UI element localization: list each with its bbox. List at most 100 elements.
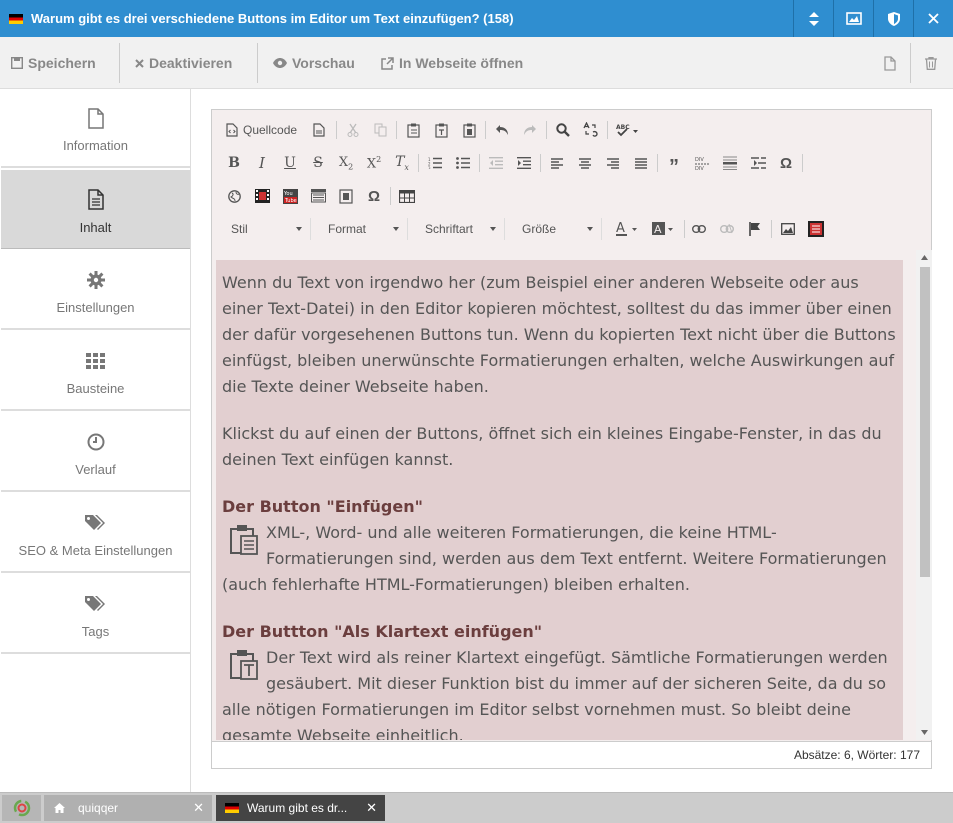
link-button[interactable] (690, 218, 708, 240)
size-select[interactable]: Größe (516, 218, 602, 240)
media-manager-button[interactable] (807, 218, 825, 240)
deactivate-button[interactable]: Deaktivieren (135, 37, 232, 89)
preview-button[interactable]: Vorschau (273, 37, 355, 89)
grid-icon (85, 345, 106, 377)
format-select[interactable]: Format (322, 218, 408, 240)
separator (119, 43, 120, 83)
paste-word-button[interactable] (460, 120, 478, 140)
taskbar-tab-article[interactable]: Warum gibt es dr... ✕ (216, 795, 385, 821)
div-container-button[interactable]: DIV DIV (693, 153, 711, 173)
iframe-button[interactable] (225, 186, 243, 206)
horizontal-line-button[interactable] (721, 153, 739, 173)
quiqqer-logo-button[interactable] (2, 795, 41, 821)
paste-text-icon (434, 123, 448, 138)
close-icon[interactable]: ✕ (366, 800, 377, 816)
outdent-button[interactable] (487, 153, 505, 173)
copy-button[interactable] (371, 120, 389, 140)
media-embed-icon (310, 189, 326, 203)
separator (540, 154, 541, 172)
scrollbar-thumb[interactable] (920, 267, 930, 577)
separator (485, 121, 486, 139)
editor-statusbar: Absätze: 6, Wörter: 177 (212, 741, 931, 768)
outdent-icon (489, 157, 503, 169)
cut-button[interactable] (344, 120, 362, 140)
new-document-button[interactable] (884, 37, 901, 89)
editor-scrollbar[interactable] (916, 250, 932, 740)
sort-button[interactable] (793, 0, 833, 37)
indent-button[interactable] (515, 153, 533, 173)
background-color-icon: A (652, 222, 673, 236)
video-button[interactable] (253, 186, 271, 206)
paste-icon (406, 123, 420, 138)
remove-format-button[interactable]: Tx (393, 153, 411, 173)
superscript-button[interactable]: X2 (365, 153, 383, 173)
subscript-button[interactable]: X2 (337, 153, 355, 173)
sidebar-item-seo-meta[interactable]: SEO & Meta Einstellungen (1, 494, 190, 573)
align-left-button[interactable] (548, 153, 566, 173)
page-break-button[interactable] (749, 153, 767, 173)
italic-button[interactable]: I (253, 153, 271, 173)
delete-button[interactable] (925, 37, 942, 89)
paste-text-button[interactable] (432, 120, 450, 140)
taskbar-tab-quiqqer[interactable]: quiqqer ✕ (44, 795, 212, 821)
sidebar-item-label: Verlauf (75, 462, 116, 477)
justify-button[interactable] (632, 153, 650, 173)
preview-label: Vorschau (292, 55, 355, 71)
template-button[interactable] (310, 120, 328, 140)
numbered-list-button[interactable]: 123 (426, 153, 444, 173)
separator (257, 43, 258, 83)
file-icon (884, 55, 896, 71)
table-button[interactable] (398, 186, 416, 206)
redo-button[interactable] (521, 120, 539, 140)
undo-button[interactable] (493, 120, 511, 140)
editor-content[interactable]: Wenn du Text von irgendwo her (zum Beisp… (216, 260, 903, 740)
background-color-button[interactable]: A (650, 218, 678, 240)
justify-icon (635, 157, 647, 169)
save-label: Speichern (28, 55, 96, 71)
close-window-button[interactable] (913, 0, 953, 37)
separator (802, 154, 803, 172)
paste-text-icon (222, 645, 266, 689)
font-select[interactable]: Schriftart (419, 218, 505, 240)
image-button[interactable] (833, 0, 873, 37)
sidebar-item-tags[interactable]: Tags (1, 575, 190, 654)
special-char-button[interactable]: Ω (777, 153, 795, 173)
bold-button[interactable]: B (225, 153, 243, 173)
separator (390, 187, 391, 205)
sidebar-item-content[interactable]: Inhalt (1, 170, 190, 249)
blockquote-button[interactable]: ” (665, 153, 683, 177)
text-color-button[interactable]: A (614, 218, 642, 240)
sidebar-item-information[interactable]: Information (1, 89, 190, 168)
anchor-button[interactable] (746, 218, 764, 240)
unlink-button[interactable] (718, 218, 736, 240)
youtube-button[interactable]: You Tube (281, 186, 299, 206)
bold-icon: B (228, 155, 240, 171)
close-icon[interactable]: ✕ (193, 800, 204, 816)
shield-button[interactable] (873, 0, 913, 37)
sidebar-item-label: Bausteine (66, 381, 125, 396)
replace-button[interactable] (582, 120, 600, 140)
sidebar-item-blocks[interactable]: Bausteine (1, 332, 190, 411)
save-button[interactable]: Speichern (11, 37, 96, 89)
strikethrough-button[interactable]: S (309, 153, 327, 173)
source-button[interactable]: Quellcode (226, 120, 297, 140)
align-right-button[interactable] (604, 153, 622, 173)
separator (684, 220, 685, 238)
symbol-button[interactable]: Ω (365, 186, 383, 206)
sidebar-item-history[interactable]: Verlauf (1, 413, 190, 492)
align-center-button[interactable] (576, 153, 594, 173)
find-button[interactable] (554, 120, 572, 140)
file-embed-icon (339, 188, 353, 204)
image-insert-button[interactable] (779, 218, 797, 240)
bullet-list-button[interactable] (454, 153, 472, 173)
spellcheck-button[interactable]: ABC (615, 120, 641, 140)
horizontal-line-icon (723, 156, 737, 170)
sort-icon (808, 11, 819, 26)
paste-button[interactable] (404, 120, 422, 140)
media-embed-button[interactable] (309, 186, 327, 206)
underline-button[interactable]: U (281, 153, 299, 173)
sidebar-item-settings[interactable]: Einstellungen (1, 251, 190, 330)
open-in-website-button[interactable]: In Webseite öffnen (381, 37, 523, 89)
file-embed-button[interactable] (337, 186, 355, 206)
style-select[interactable]: Stil (225, 218, 311, 240)
